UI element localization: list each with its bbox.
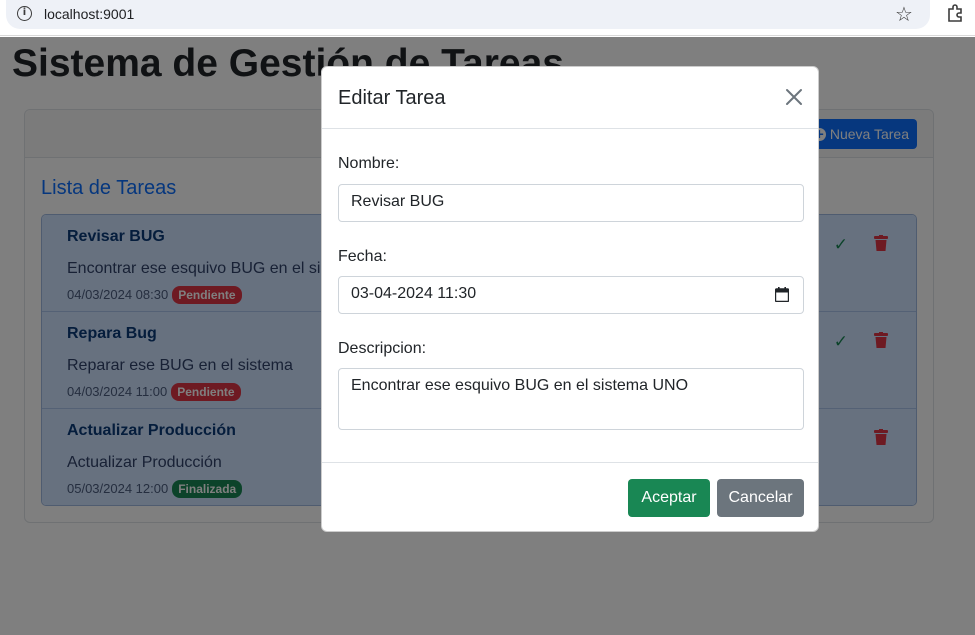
edit-task-modal: Editar Tarea Nombre: Revisar BUG Fecha: … bbox=[321, 66, 819, 532]
calendar-icon[interactable] bbox=[775, 287, 789, 302]
extensions-icon[interactable] bbox=[945, 3, 965, 23]
accept-button[interactable]: Aceptar bbox=[628, 479, 710, 517]
name-input-value: Revisar BUG bbox=[351, 193, 445, 210]
description-label: Descripcion: bbox=[338, 340, 427, 357]
description-textarea[interactable]: Encontrar ese esquivo BUG en el sistema … bbox=[338, 368, 804, 430]
url-text: localhost:9001 bbox=[44, 6, 135, 22]
name-label: Nombre: bbox=[338, 155, 400, 172]
modal-title: Editar Tarea bbox=[338, 87, 446, 109]
date-input-value: 03-04-2024 11:30 bbox=[351, 285, 477, 302]
cancel-button[interactable]: Cancelar bbox=[717, 479, 804, 517]
site-info-icon[interactable]: i bbox=[17, 6, 32, 21]
date-label: Fecha: bbox=[338, 248, 387, 265]
address-bar[interactable]: i localhost:9001 bbox=[6, 0, 930, 29]
date-input[interactable]: 03-04-2024 11:30 bbox=[338, 276, 804, 314]
modal-header: Editar Tarea bbox=[322, 67, 818, 129]
name-input[interactable]: Revisar BUG bbox=[338, 184, 804, 222]
bookmark-star-icon[interactable]: ☆ bbox=[895, 2, 913, 26]
modal-footer: Aceptar Cancelar bbox=[322, 462, 818, 532]
browser-toolbar: i localhost:9001 ☆ bbox=[0, 0, 975, 36]
close-icon[interactable] bbox=[784, 87, 804, 107]
description-textarea-value: Encontrar ese esquivo BUG en el sistema … bbox=[351, 377, 689, 394]
